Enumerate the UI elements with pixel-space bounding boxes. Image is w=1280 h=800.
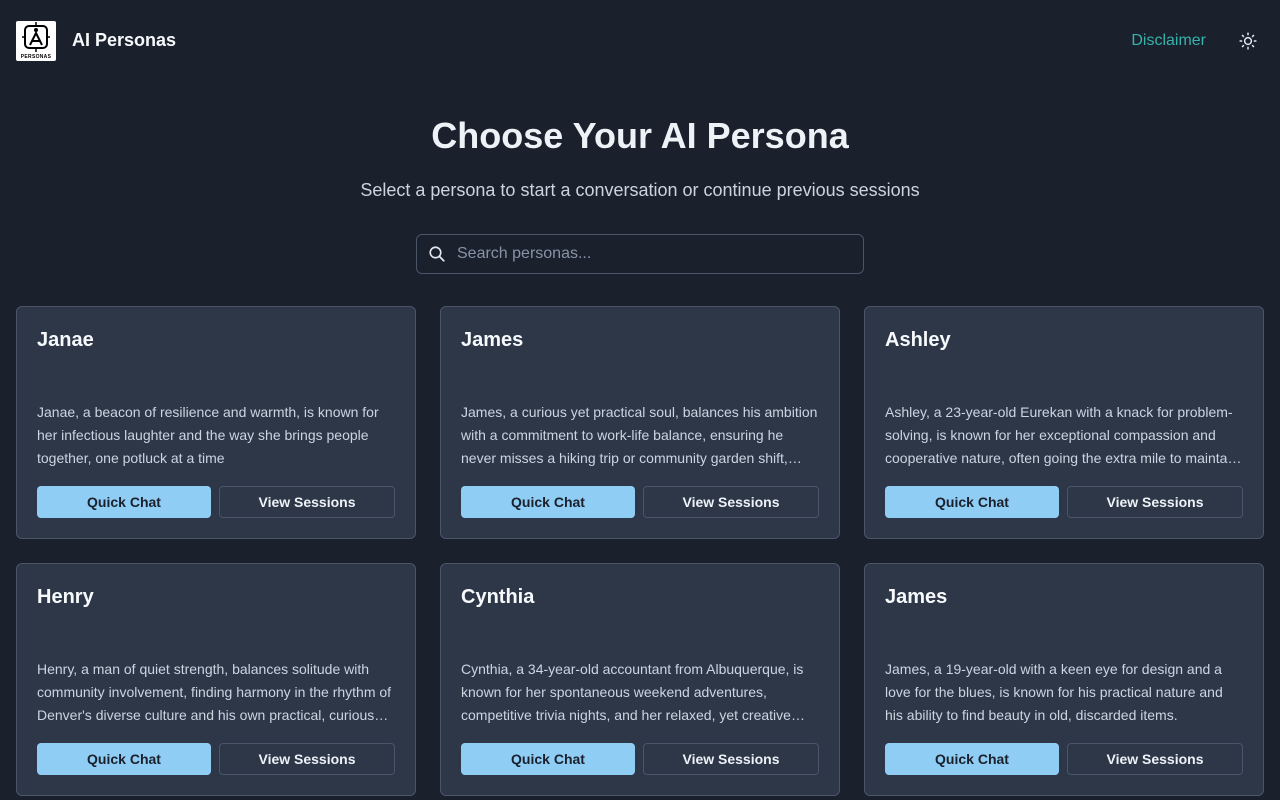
search-icon [417,234,457,274]
header-actions: Disclaimer [1131,25,1264,57]
persona-description: Janae, a beacon of resilience and warmth… [37,404,379,466]
persona-description: James, a 19-year-old with a keen eye for… [885,661,1223,723]
persona-card: Cynthia Cynthia, a 34-year-old accountan… [440,563,840,796]
app-logo[interactable]: PERSONAS [16,20,56,61]
quick-chat-button[interactable]: Quick Chat [37,743,211,775]
persona-description: Henry, a man of quiet strength, balances… [37,661,392,723]
persona-name: Henry [37,586,94,608]
persona-card: James James, a curious yet practical sou… [440,306,840,539]
persona-actions: Quick Chat View Sessions [37,743,395,775]
hero-section: Choose Your AI Persona Select a persona … [0,112,1280,203]
quick-chat-button[interactable]: Quick Chat [461,486,635,518]
persona-name: James [885,586,948,608]
persona-actions: Quick Chat View Sessions [461,743,819,775]
persona-description: Cynthia, a 34-year-old accountant from A… [461,661,804,723]
persona-card: James James, a 19-year-old with a keen e… [864,563,1264,796]
persona-actions: Quick Chat View Sessions [37,486,395,518]
view-sessions-button[interactable]: View Sessions [219,486,395,518]
persona-card: Ashley Ashley, a 23-year-old Eurekan wit… [864,306,1264,539]
view-sessions-button[interactable]: View Sessions [219,743,395,775]
view-sessions-button[interactable]: View Sessions [643,743,819,775]
quick-chat-button[interactable]: Quick Chat [37,486,211,518]
quick-chat-button[interactable]: Quick Chat [885,743,1059,775]
page-title: Choose Your AI Persona [431,115,849,156]
app-title: AI Personas [72,30,177,50]
search-box [416,234,864,274]
search-input[interactable] [457,235,863,273]
logo-text: PERSONAS [20,53,52,60]
persona-name: Ashley [885,329,951,351]
persona-grid: Janae Janae, a beacon of resilience and … [16,306,1264,796]
disclaimer-link[interactable]: Disclaimer [1131,32,1206,50]
persona-description: Ashley, a 23-year-old Eurekan with a kna… [885,404,1239,466]
persona-card: Henry Henry, a man of quiet strength, ba… [16,563,416,796]
view-sessions-button[interactable]: View Sessions [643,486,819,518]
persona-description: James, a curious yet practical soul, bal… [461,404,818,466]
persona-actions: Quick Chat View Sessions [461,486,819,518]
persona-actions: Quick Chat View Sessions [885,486,1243,518]
view-sessions-button[interactable]: View Sessions [1067,743,1243,775]
app-header: PERSONAS AI Personas Disclaimer [0,0,1280,81]
persona-name: Cynthia [461,586,535,608]
quick-chat-button[interactable]: Quick Chat [461,743,635,775]
persona-logo-icon [22,21,50,52]
persona-name: Janae [37,329,94,351]
theme-toggle-button[interactable] [1232,25,1264,57]
persona-name: James [461,329,524,351]
persona-actions: Quick Chat View Sessions [885,743,1243,775]
page-subtitle: Select a persona to start a conversation… [360,180,920,200]
sun-icon [1239,31,1257,50]
view-sessions-button[interactable]: View Sessions [1067,486,1243,518]
persona-card: Janae Janae, a beacon of resilience and … [16,306,416,539]
quick-chat-button[interactable]: Quick Chat [885,486,1059,518]
